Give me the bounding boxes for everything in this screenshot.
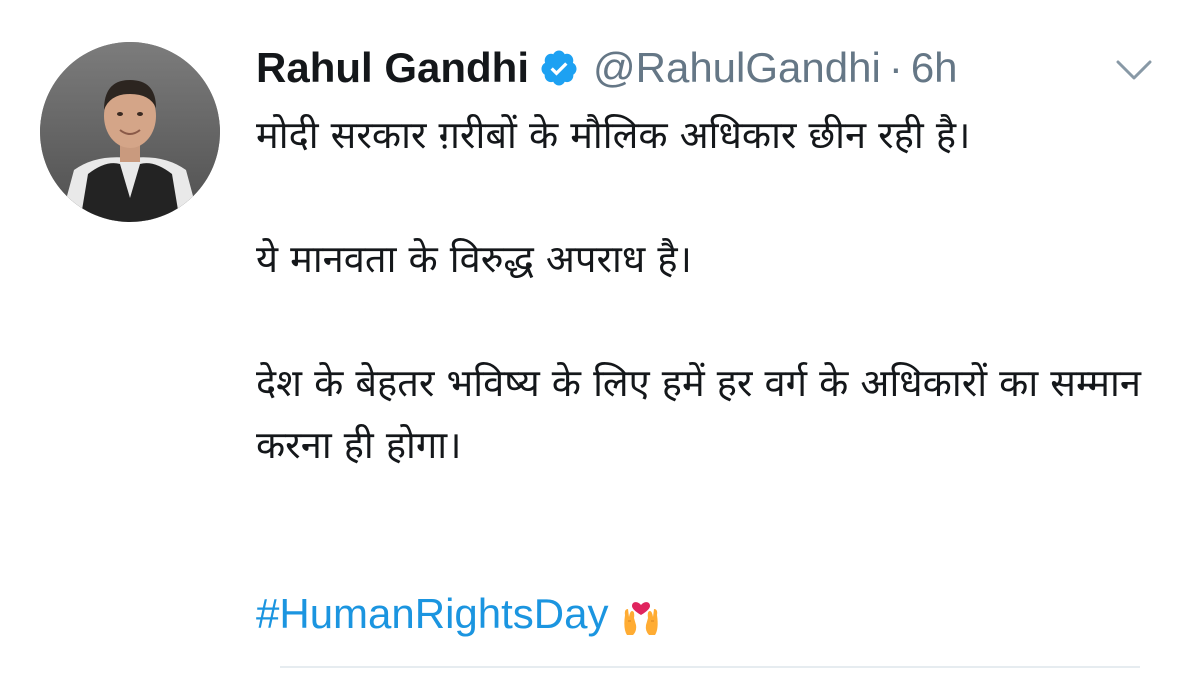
tweet-paragraph: मोदी सरकार ग़रीबों के मौलिक अधिकार छीन र… — [256, 113, 971, 157]
author-handle[interactable]: @RahulGandhi — [593, 44, 881, 92]
author-name[interactable]: Rahul Gandhi — [256, 44, 529, 92]
verified-check-icon — [539, 48, 579, 88]
tweet-card: Rahul Gandhi @RahulGandhi · 6h मोदी सरका… — [0, 0, 1200, 675]
raised-hands-with-heart-icon — [621, 591, 661, 637]
tweet-paragraph: देश के बेहतर भविष्य के लिए हमें हर वर्ग … — [256, 361, 1141, 467]
tweet-header: Rahul Gandhi @RahulGandhi · 6h — [256, 40, 958, 96]
tweet-divider — [280, 666, 1140, 668]
tweet-paragraph: ये मानवता के विरुद्ध अपराध है। — [256, 237, 692, 281]
profile-avatar[interactable] — [40, 42, 220, 222]
tweet-text: मोदी सरकार ग़रीबों के मौलिक अधिकार छीन र… — [256, 104, 1186, 476]
meta-separator: · — [888, 44, 903, 91]
chevron-down-icon[interactable] — [1114, 56, 1154, 84]
hashtag-line: #HumanRightsDay — [256, 590, 661, 638]
tweet-timestamp[interactable]: 6h — [911, 44, 958, 92]
avatar-photo — [40, 42, 220, 222]
hashtag-link[interactable]: #HumanRightsDay — [256, 590, 609, 638]
